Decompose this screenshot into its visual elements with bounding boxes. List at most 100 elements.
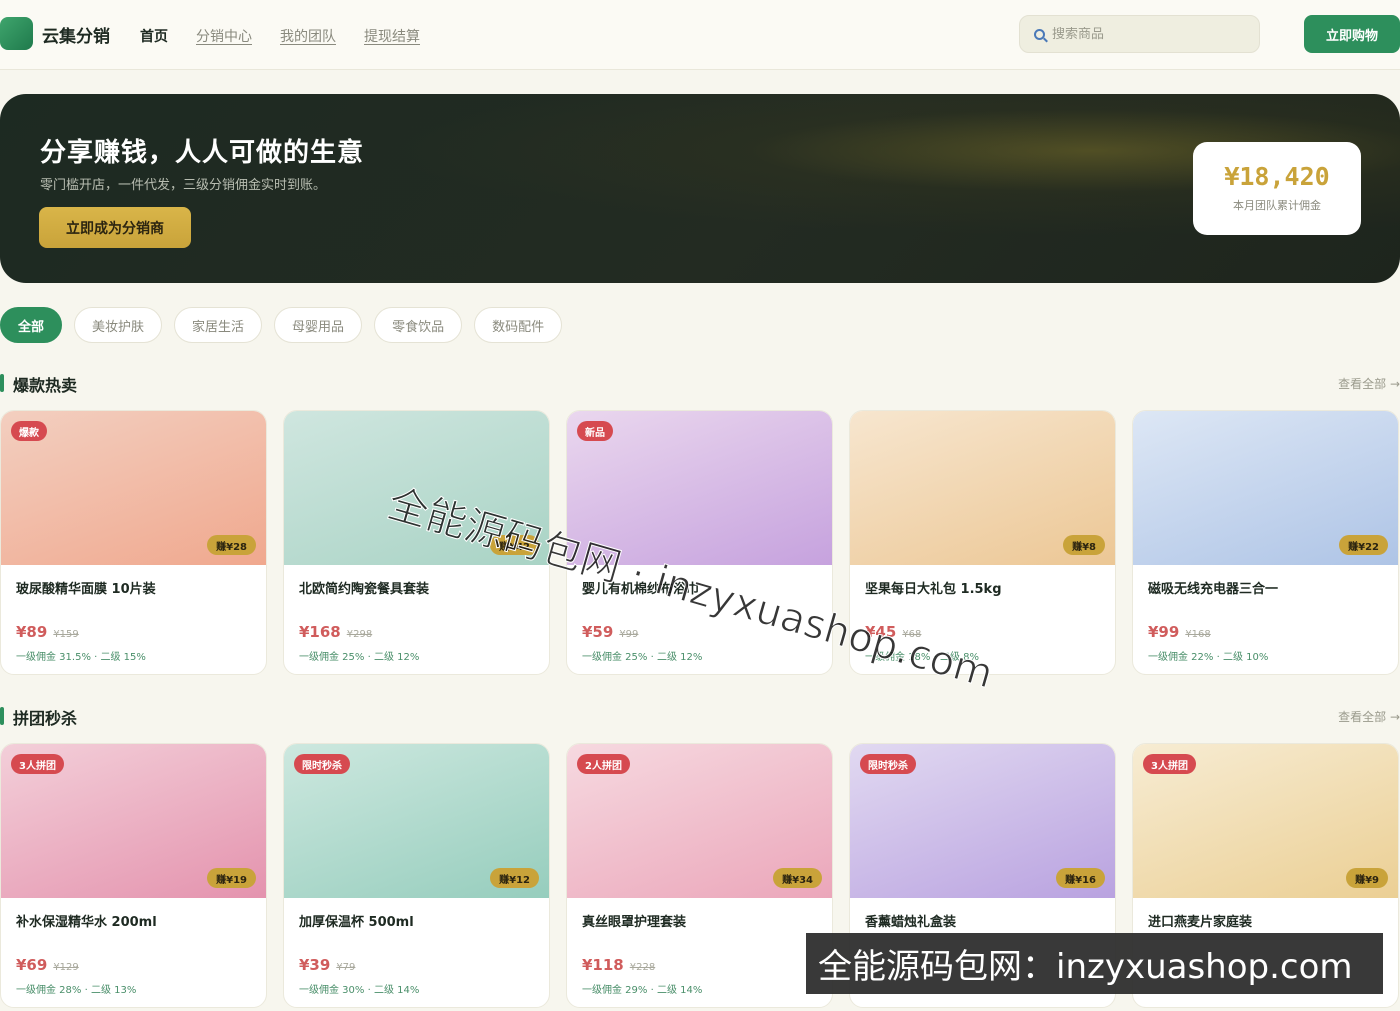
section-header-hot: 爆款热卖 查看全部 → <box>0 371 1400 395</box>
earn-badge: 赚¥19 <box>207 868 256 888</box>
search-box[interactable] <box>1019 15 1260 53</box>
hero-banner: 分享赚钱，人人可做的生意 零门槛开店，一件代发，三级分销佣金实时到账。 立即成为… <box>0 94 1400 283</box>
product-grid-group-buy: 3人拼团赚¥19 补水保湿精华水 200ml ¥69 ¥129 一级佣金 28% · 二… <box>0 743 1400 1008</box>
price-row: ¥69 ¥129 <box>16 956 79 974</box>
earn-badge: 赚¥16 <box>1056 868 1105 888</box>
product-price: ¥69 <box>16 956 48 974</box>
product-tag-badge: 3人拼团 <box>11 754 64 774</box>
price-row: ¥99 ¥168 <box>1148 623 1211 641</box>
product-price: ¥59 <box>582 623 614 641</box>
search-input[interactable] <box>1052 26 1242 42</box>
commission-info: 一级佣金 30% · 二级 14% <box>299 985 420 996</box>
product-tag-badge: 限时秒杀 <box>294 754 350 774</box>
search-icon <box>1034 28 1045 40</box>
price-row: ¥45 ¥68 <box>865 623 921 641</box>
hero-subtitle: 零门槛开店，一件代发，三级分销佣金实时到账。 <box>40 178 327 193</box>
product-card[interactable]: 限时秒杀赚¥12 加厚保温杯 500ml ¥39 ¥79 一级佣金 30% · 二级 1… <box>283 743 550 1008</box>
commission-info: 一级佣金 25% · 二级 12% <box>299 652 420 663</box>
commission-info: 一级佣金 22% · 二级 10% <box>1148 652 1269 663</box>
product-card[interactable]: 赚¥42 北欧简约陶瓷餐具套装 ¥168 ¥298 一级佣金 25% · 二级 12% <box>283 410 550 675</box>
nav-withdraw-settlement[interactable]: 提现结算 <box>364 26 420 46</box>
commission-info: 一级佣金 25% · 二级 12% <box>582 652 703 663</box>
nav-my-team[interactable]: 我的团队 <box>280 26 336 46</box>
product-name[interactable]: 坚果每日大礼包 1.5kg <box>865 578 1002 597</box>
product-price: ¥168 <box>299 623 341 641</box>
product-grid-hot: 爆款 赚¥28 玻尿酸精华面膜 10片装 ¥89 ¥159 一级佣金 31.5% · 二级… <box>0 410 1400 675</box>
earn-badge: 赚¥8 <box>1063 535 1105 555</box>
shop-now-button[interactable]: 立即购物 <box>1304 15 1400 53</box>
original-price: ¥298 <box>346 629 373 640</box>
product-tag-badge: 3人拼团 <box>1143 754 1196 774</box>
earn-badge: 赚¥28 <box>207 535 256 555</box>
section-accent-bar <box>0 374 4 392</box>
product-name[interactable]: 补水保湿精华水 200ml <box>16 911 157 930</box>
product-card[interactable]: 爆款 赚¥28 玻尿酸精华面膜 10片装 ¥89 ¥159 一级佣金 31.5% · 二级… <box>0 410 267 675</box>
product-card[interactable]: 3人拼团赚¥19 补水保湿精华水 200ml ¥69 ¥129 一级佣金 28% · 二… <box>0 743 267 1008</box>
view-all-link[interactable]: 查看全部 → <box>1338 708 1400 725</box>
category-chip-beauty[interactable]: 美妆护肤 <box>74 307 163 343</box>
earn-badge: 赚¥42 <box>490 535 539 555</box>
product-tag-badge: 爆款 <box>11 421 47 441</box>
section-header-group-buy: 拼团秒杀 查看全部 → <box>0 704 1400 728</box>
section-accent-bar <box>0 707 4 725</box>
nav-home[interactable]: 首页 <box>140 26 168 46</box>
become-distributor-button[interactable]: 立即成为分销商 <box>39 207 191 248</box>
price-row: ¥59 ¥99 <box>582 623 638 641</box>
original-price: ¥99 <box>619 629 639 640</box>
original-price: ¥68 <box>902 629 922 640</box>
team-commission-value: ¥18,420 <box>1224 162 1330 191</box>
nav-distribution-center[interactable]: 分销中心 <box>196 26 252 46</box>
commission-info: 一级佣金 28% · 二级 13% <box>16 985 137 996</box>
product-card[interactable]: 3人拼团赚¥9 进口燕麦片家庭装 <box>1132 743 1399 1008</box>
product-card[interactable]: 赚¥22 磁吸无线充电器三合一 ¥99 ¥168 一级佣金 22% · 二级 10% <box>1132 410 1399 675</box>
category-chip-snacks[interactable]: 零食饮品 <box>374 307 463 343</box>
view-all-link[interactable]: 查看全部 → <box>1338 375 1400 392</box>
category-chip-all[interactable]: 全部 <box>0 307 63 343</box>
price-row: ¥89 ¥159 <box>16 623 79 641</box>
earn-badge: 赚¥12 <box>490 868 539 888</box>
product-card[interactable]: 2人拼团赚¥34 真丝眼罩护理套装 ¥118 ¥228 一级佣金 29% · 二级 14… <box>566 743 833 1008</box>
category-chip-digital[interactable]: 数码配件 <box>474 307 563 343</box>
main-nav: 首页 分销中心 我的团队 提现结算 <box>140 26 420 46</box>
price-row: ¥118 ¥228 <box>582 956 655 974</box>
commission-info: 一级佣金 18% · 二级 8% <box>865 652 979 663</box>
product-name[interactable]: 玻尿酸精华面膜 10片装 <box>16 578 156 597</box>
team-commission-label: 本月团队累计佣金 <box>1233 199 1321 212</box>
original-price: ¥168 <box>1185 629 1211 640</box>
product-price: ¥39 <box>299 956 331 974</box>
category-chip-baby[interactable]: 母婴用品 <box>274 307 363 343</box>
product-name[interactable]: 磁吸无线充电器三合一 <box>1148 578 1278 597</box>
brand-logo-icon[interactable] <box>0 17 33 50</box>
product-name[interactable]: 进口燕麦片家庭装 <box>1148 911 1252 930</box>
commission-info: 一级佣金 29% · 二级 14% <box>582 985 703 996</box>
product-card[interactable]: 新品婴儿有机棉纱布浴巾 ¥59 ¥99 一级佣金 25% · 二级 12% <box>566 410 833 675</box>
original-price: ¥79 <box>336 962 356 973</box>
product-tag-badge: 2人拼团 <box>577 754 630 774</box>
product-tag-badge: 限时秒杀 <box>860 754 916 774</box>
original-price: ¥159 <box>53 629 79 640</box>
earn-badge: 赚¥9 <box>1346 868 1388 888</box>
product-tag-badge: 新品 <box>577 421 613 441</box>
category-filter: 全部 美妆护肤 家居生活 母婴用品 零食饮品 数码配件 <box>0 307 563 343</box>
category-chip-home[interactable]: 家居生活 <box>174 307 263 343</box>
earn-badge: 赚¥22 <box>1339 535 1388 555</box>
top-navbar: 云集分销 首页 分销中心 我的团队 提现结算 立即购物 <box>0 0 1400 70</box>
product-name[interactable]: 加厚保温杯 500ml <box>299 911 414 930</box>
product-price: ¥118 <box>582 956 624 974</box>
product-price: ¥89 <box>16 623 48 641</box>
team-commission-card: ¥18,420 本月团队累计佣金 <box>1193 142 1361 235</box>
section-title: 爆款热卖 <box>13 376 78 395</box>
product-card[interactable]: 赚¥8 坚果每日大礼包 1.5kg ¥45 ¥68 一级佣金 18% · 二级 8% <box>849 410 1116 675</box>
product-price: ¥45 <box>865 623 897 641</box>
original-price: ¥129 <box>53 962 79 973</box>
price-row: ¥39 ¥79 <box>299 956 355 974</box>
earn-badge: 赚¥34 <box>773 868 822 888</box>
product-card[interactable]: 限时秒杀赚¥16 香薰蜡烛礼盒装 <box>849 743 1116 1008</box>
section-title: 拼团秒杀 <box>13 709 78 728</box>
product-name[interactable]: 北欧简约陶瓷餐具套装 <box>299 578 429 597</box>
product-name[interactable]: 香薰蜡烛礼盒装 <box>865 911 956 930</box>
product-name[interactable]: 真丝眼罩护理套装 <box>582 911 686 930</box>
original-price: ¥228 <box>629 962 656 973</box>
brand-name[interactable]: 云集分销 <box>42 22 110 47</box>
product-name[interactable]: 婴儿有机棉纱布浴巾 <box>582 578 699 597</box>
